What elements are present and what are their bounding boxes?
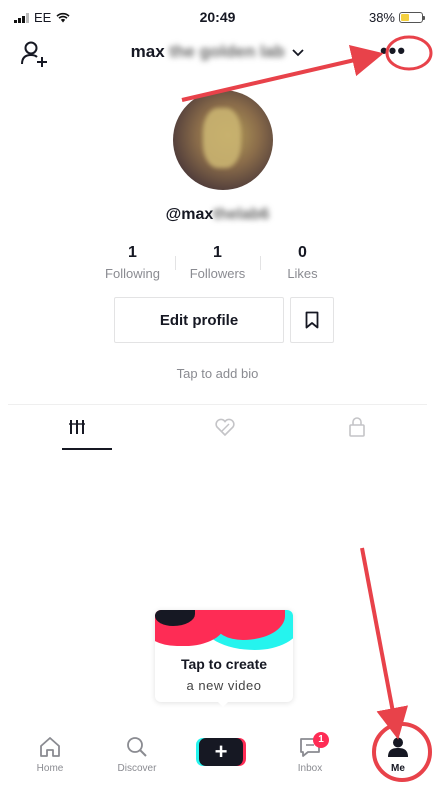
battery-icon (399, 12, 425, 23)
avatar[interactable] (173, 90, 273, 190)
annotation-arrow-bottom (360, 547, 409, 740)
battery-percent: 38% (368, 10, 395, 25)
tab-liked[interactable] (156, 405, 294, 449)
liked-videos-icon (215, 418, 235, 436)
stat-following[interactable]: 1 Following (90, 244, 175, 284)
profile-icon (388, 737, 408, 757)
favorites-button[interactable] (290, 297, 334, 343)
bookmark-icon (305, 311, 319, 329)
stat-followers[interactable]: 1 Followers (175, 244, 260, 284)
username: @maxthelab6 (165, 206, 270, 223)
display-name-blurred: the golden lab (169, 42, 285, 61)
create-prompt-subtitle: a new video (186, 678, 262, 693)
videos-grid-icon (69, 420, 85, 434)
edit-profile-button[interactable]: Edit profile (114, 297, 284, 343)
create-button[interactable]: + (196, 738, 246, 766)
add-bio-link[interactable]: Tap to add bio (0, 366, 435, 381)
create-video-prompt[interactable]: Tap to create a new video (155, 610, 293, 702)
nav-discover[interactable]: Discover (107, 736, 167, 774)
create-prompt-title: Tap to create (180, 656, 268, 672)
display-name: max (130, 42, 165, 61)
profile-stats: 1 Following 1 Followers 0 Likes (90, 244, 345, 284)
more-dots-icon: ••• (379, 38, 407, 63)
plus-icon: + (199, 738, 243, 766)
nav-inbox[interactable]: 1 Inbox (280, 732, 340, 774)
prompt-pointer (216, 700, 230, 707)
more-options-button[interactable]: ••• (373, 40, 413, 66)
tab-videos[interactable] (8, 405, 146, 450)
inbox-badge: 1 (313, 732, 329, 748)
stat-divider (175, 256, 176, 270)
status-bar: EE 20:49 38% (0, 0, 435, 34)
stat-likes: 0 Likes (287, 244, 318, 281)
search-icon (127, 737, 147, 757)
profile-tabs (8, 404, 427, 450)
bottom-nav: Home Discover + 1 Inbox Me (0, 728, 435, 786)
stat-divider (260, 256, 261, 270)
nav-home[interactable]: Home (20, 736, 80, 774)
tab-private[interactable] (288, 405, 426, 449)
nav-me[interactable]: Me (368, 736, 428, 774)
profile-header: max the golden lab ••• (0, 34, 435, 74)
lock-icon (349, 417, 365, 437)
home-icon (40, 737, 60, 757)
chevron-down-icon (292, 49, 304, 57)
account-switcher[interactable]: max the golden lab (0, 42, 435, 62)
